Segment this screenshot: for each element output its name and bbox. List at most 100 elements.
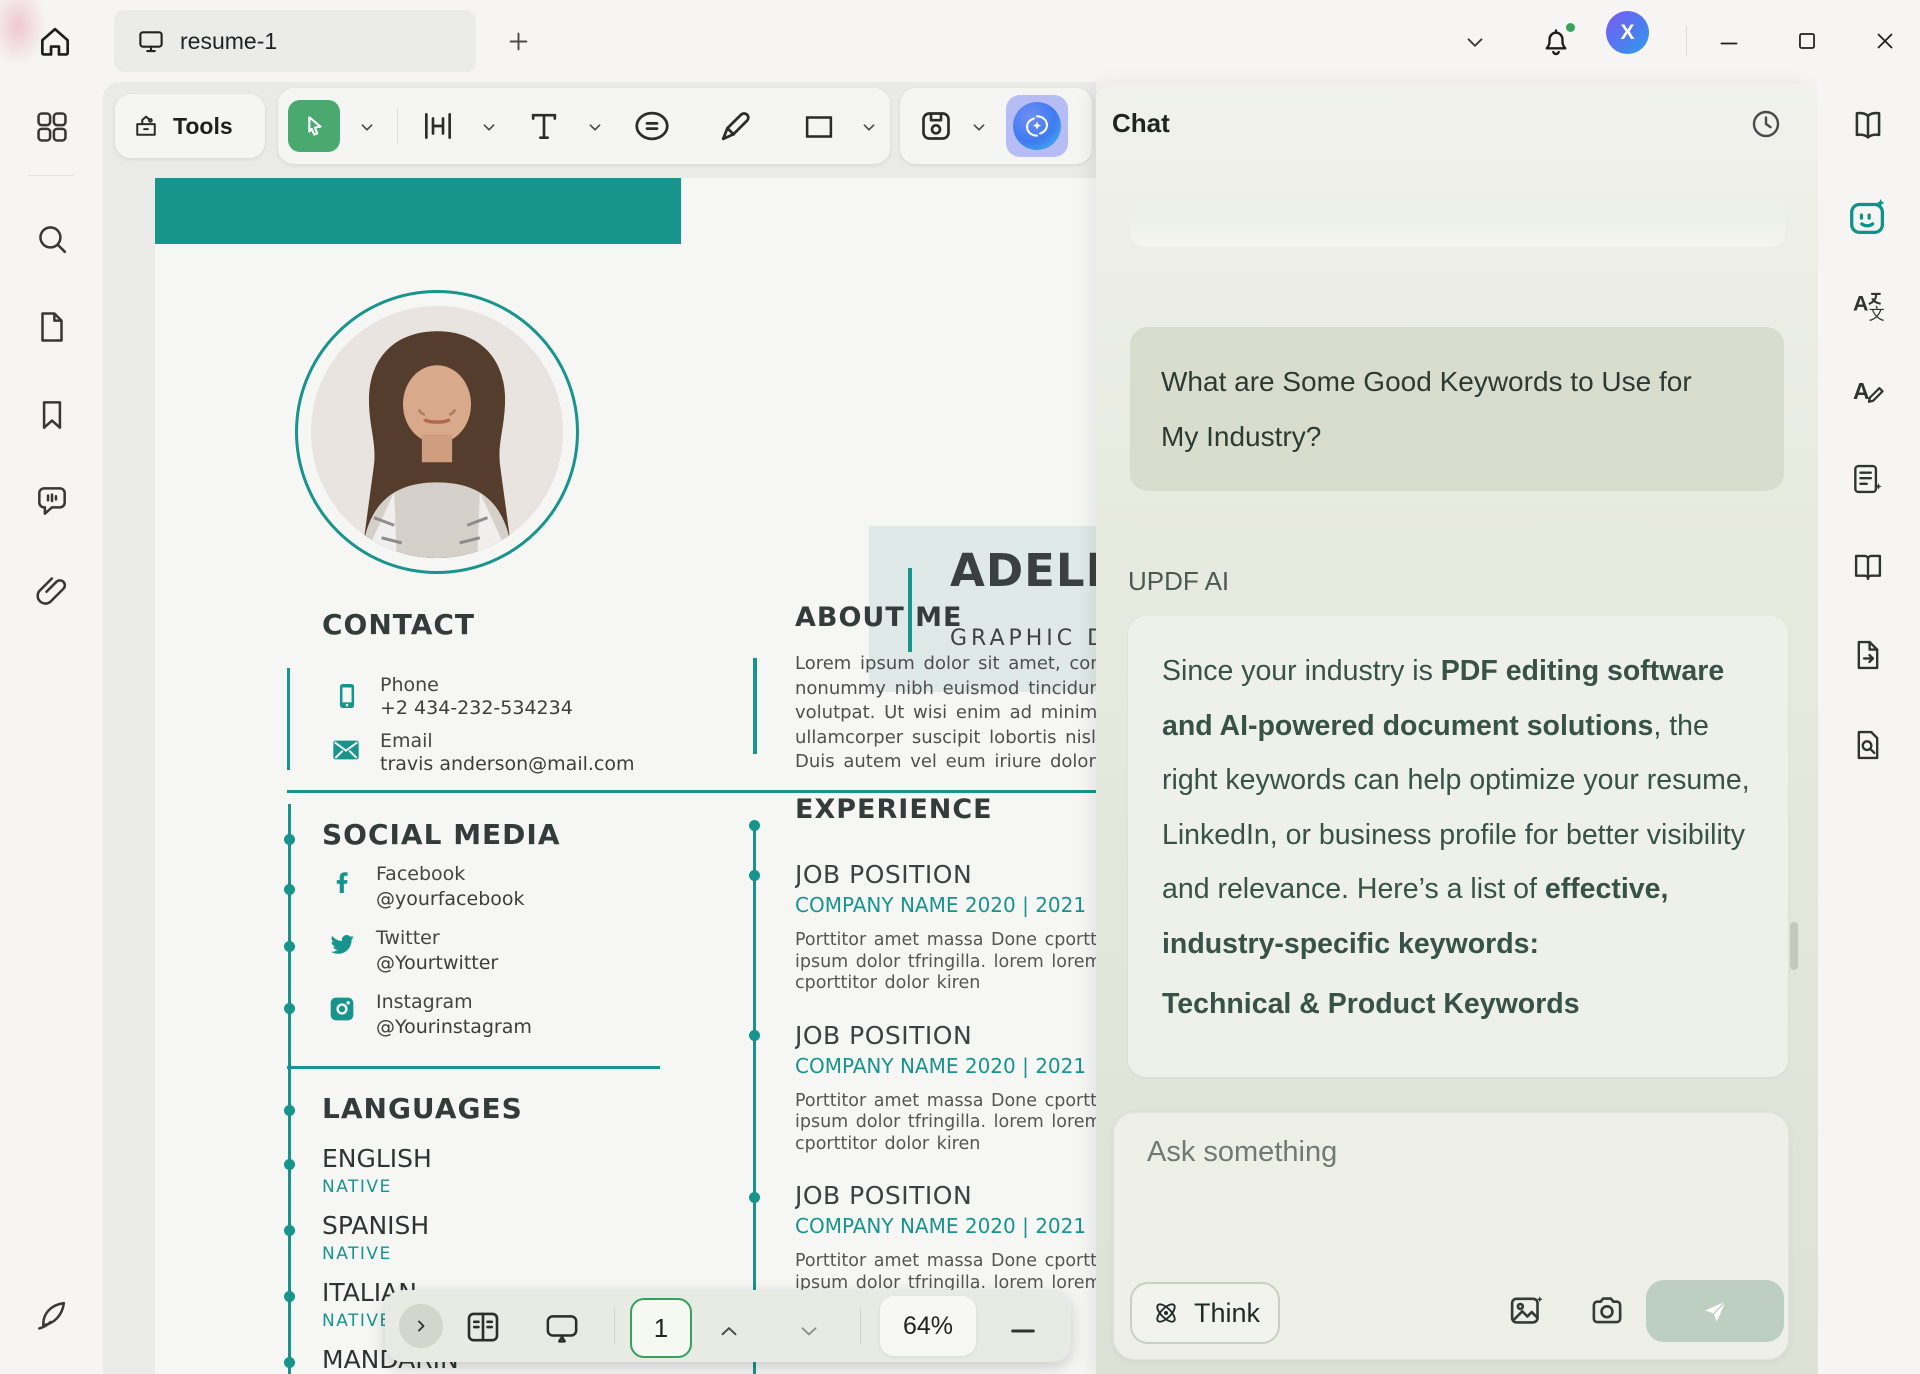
email-value: travis anderson@mail.com bbox=[380, 753, 635, 775]
stamp-tool-dropdown[interactable] bbox=[968, 116, 990, 138]
contact-heading: CONTACT bbox=[322, 608, 475, 641]
page-number-value: 1 bbox=[654, 1313, 668, 1344]
document-tab-label: resume-1 bbox=[180, 28, 277, 55]
sidebar-item-comments[interactable] bbox=[33, 482, 71, 520]
stamp-tool[interactable] bbox=[916, 106, 956, 146]
chat-scrollbar[interactable] bbox=[1790, 922, 1798, 970]
timeline-dot bbox=[284, 941, 295, 952]
sidebar-item-reader[interactable] bbox=[1849, 106, 1887, 144]
select-tool-dropdown[interactable] bbox=[356, 116, 378, 138]
sidebar-item-summarize[interactable] bbox=[1849, 460, 1887, 498]
page-number-input[interactable]: 1 bbox=[630, 1298, 692, 1358]
new-tab-button[interactable] bbox=[505, 28, 532, 55]
previous-page-button[interactable] bbox=[712, 1318, 746, 1344]
text-tool-dropdown[interactable] bbox=[584, 116, 606, 138]
email-icon bbox=[326, 734, 366, 766]
pencil-tool[interactable] bbox=[714, 104, 758, 148]
avatar[interactable]: X bbox=[1606, 11, 1649, 54]
comment-tool[interactable] bbox=[630, 104, 674, 148]
svg-text:A: A bbox=[1853, 378, 1870, 404]
screenshot-button[interactable] bbox=[1586, 1290, 1628, 1332]
sidebar-item-export[interactable] bbox=[1849, 636, 1887, 674]
collapse-bar-button[interactable] bbox=[399, 1304, 443, 1348]
languages-heading: LANGUAGES bbox=[322, 1092, 523, 1125]
toolbox-icon bbox=[131, 111, 161, 141]
send-button[interactable] bbox=[1646, 1280, 1784, 1342]
sidebar-item-panels[interactable] bbox=[33, 108, 71, 146]
chevron-down-icon bbox=[968, 116, 990, 138]
document-tab[interactable]: resume-1 bbox=[114, 10, 476, 72]
sidebar-item-translate[interactable]: A文 bbox=[1849, 286, 1887, 324]
job-title: JOB POSITION bbox=[795, 1181, 1105, 1210]
two-page-view-button[interactable] bbox=[462, 1306, 504, 1348]
home-button[interactable] bbox=[36, 22, 76, 62]
phone-label: Phone bbox=[380, 674, 439, 696]
sidebar-item-bookmarks[interactable] bbox=[33, 396, 71, 434]
chevron-down-icon bbox=[356, 116, 378, 138]
think-label: Think bbox=[1194, 1298, 1260, 1329]
text-tool[interactable] bbox=[524, 106, 564, 146]
select-tool-button[interactable] bbox=[288, 100, 340, 152]
ai-assistant-button[interactable] bbox=[1006, 95, 1068, 157]
file-export-icon bbox=[1849, 636, 1887, 674]
sidebar-item-search[interactable] bbox=[33, 220, 71, 258]
chat-history-button[interactable] bbox=[1748, 106, 1784, 142]
svg-text:文: 文 bbox=[1869, 304, 1885, 323]
language-name: ENGLISH bbox=[322, 1144, 459, 1173]
job-title: JOB POSITION bbox=[795, 860, 1105, 889]
close-button[interactable] bbox=[1872, 28, 1898, 54]
sidebar-item-attachments[interactable] bbox=[33, 572, 71, 610]
timeline-dot bbox=[749, 870, 760, 881]
social-handle: @Yourtwitter bbox=[376, 952, 498, 974]
ai-message-segment: Since your industry is bbox=[1162, 655, 1441, 687]
tools-label: Tools bbox=[173, 113, 233, 140]
comment-bubble-icon bbox=[33, 482, 71, 520]
shape-tool[interactable] bbox=[800, 108, 838, 146]
next-page-button[interactable] bbox=[792, 1318, 826, 1344]
job-desc-line: Porttitor amet massa Done cporttitor bbox=[795, 930, 1105, 952]
social-heading: SOCIAL MEDIA bbox=[322, 818, 561, 851]
maximize-button[interactable] bbox=[1794, 28, 1820, 54]
image-edit-icon bbox=[1506, 1290, 1548, 1332]
sidebar-item-document-search[interactable] bbox=[1849, 726, 1887, 764]
presentation-mode-button[interactable] bbox=[540, 1308, 584, 1348]
maximize-icon bbox=[1794, 28, 1820, 54]
minimize-icon bbox=[1716, 30, 1742, 56]
sidebar-item-pages[interactable] bbox=[1849, 548, 1887, 586]
timeline-dot bbox=[749, 820, 760, 831]
timeline-dot bbox=[749, 1192, 760, 1203]
language-level: NATIVE bbox=[322, 1177, 459, 1197]
edit-text-dropdown[interactable] bbox=[478, 116, 500, 138]
about-line: nonummy nibh euismod tincidunt ut bbox=[795, 677, 1105, 702]
section-divider-languages bbox=[287, 1066, 660, 1069]
twitter-icon bbox=[326, 929, 358, 961]
timeline-dot bbox=[284, 1357, 295, 1368]
tabs-dropdown-button[interactable] bbox=[1462, 29, 1488, 55]
tools-button[interactable]: Tools bbox=[115, 94, 265, 158]
contact-accent-line bbox=[287, 668, 290, 770]
job-desc-line: ipsum dolor tfringilla. lorem lorem bbox=[795, 952, 1105, 974]
social-network: Twitter bbox=[376, 927, 498, 949]
sidebar-item-thumbnails[interactable] bbox=[33, 308, 71, 346]
toolbar-divider bbox=[397, 108, 398, 144]
social-handle: @Yourinstagram bbox=[376, 1016, 532, 1038]
experience-heading: EXPERIENCE bbox=[795, 794, 993, 825]
sidebar-item-proofread[interactable]: A bbox=[1849, 372, 1887, 410]
shape-tool-dropdown[interactable] bbox=[858, 116, 880, 138]
job-company: COMPANY NAME 2020 | 2021 bbox=[795, 893, 1105, 917]
think-toggle-button[interactable]: Think bbox=[1130, 1282, 1280, 1344]
bar-divider bbox=[860, 1308, 861, 1344]
atom-icon bbox=[1150, 1297, 1182, 1329]
cursor-icon bbox=[300, 112, 328, 140]
previous-message-bubble bbox=[1130, 205, 1786, 247]
zoom-level-display[interactable]: 64% bbox=[880, 1296, 976, 1356]
bookmark-icon bbox=[33, 396, 71, 434]
insert-image-button[interactable] bbox=[1506, 1290, 1548, 1332]
ai-message-text: Since your industry is PDF editing softw… bbox=[1162, 644, 1758, 1032]
zoom-out-button[interactable] bbox=[1004, 1312, 1042, 1350]
sidebar-item-ai-assistant[interactable] bbox=[1845, 194, 1891, 240]
sidebar-item-ink-tools[interactable] bbox=[33, 1296, 71, 1334]
minimize-button[interactable] bbox=[1716, 30, 1742, 56]
camera-icon bbox=[1586, 1290, 1628, 1332]
edit-text-tool[interactable] bbox=[418, 106, 458, 146]
